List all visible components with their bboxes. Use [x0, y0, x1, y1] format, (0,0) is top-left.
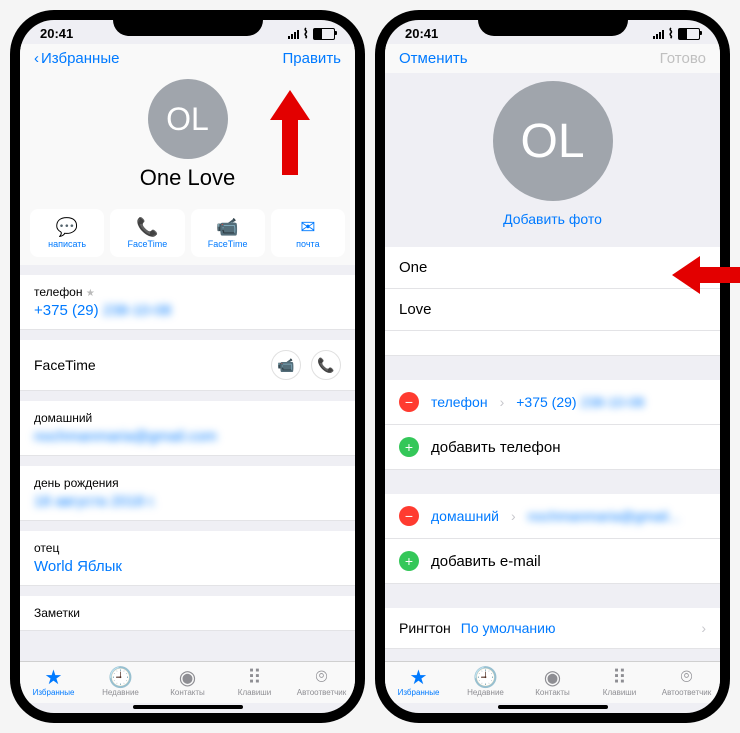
home-cell[interactable]: домашний nochmanmaria@gmail.com — [20, 401, 355, 456]
phone-edit-row[interactable]: − телефон › +375 (29) 238-10-08 — [385, 380, 720, 425]
ft-video-button[interactable]: 📹 — [271, 350, 301, 380]
ringtone-row[interactable]: Рингтон По умолчанию › — [385, 608, 720, 649]
voicemail-icon: ⌾ — [288, 666, 355, 688]
video-icon: 📹 — [193, 217, 263, 237]
clock-icon: 🕘 — [452, 666, 519, 688]
avatar-section: OL Добавить фото — [385, 73, 720, 237]
first-name-field[interactable]: One — [385, 247, 720, 289]
birthday-cell[interactable]: день рождения 18 августа 2018 г. — [20, 466, 355, 521]
status-icons: ⌇ — [288, 26, 335, 42]
chevron-right-icon: › — [511, 508, 516, 524]
action-row: 💬написать 📞FaceTime 📹FaceTime ✉почта — [20, 201, 355, 265]
voicemail-icon: ⌾ — [653, 666, 720, 688]
home-indicator[interactable] — [133, 705, 243, 709]
home-edit-row[interactable]: − домашний › nochmanmaria@gmail... — [385, 494, 720, 539]
apple-row[interactable] — [385, 331, 720, 356]
battery-icon — [313, 28, 335, 40]
add-button[interactable]: + — [399, 437, 419, 457]
cancel-button[interactable]: Отменить — [399, 50, 468, 67]
tab-keypad[interactable]: ⠿Клавиши — [586, 666, 653, 697]
content: OL Добавить фото One Love − телефон › +3… — [385, 73, 720, 661]
tab-favorites[interactable]: ★Избранные — [20, 666, 87, 697]
chevron-right-icon: › — [701, 620, 706, 636]
call-button[interactable]: 📞FaceTime — [110, 209, 184, 257]
notch — [113, 10, 263, 36]
notch — [478, 10, 628, 36]
red-arrow-annotation — [672, 250, 740, 300]
avatar[interactable]: OL — [148, 79, 228, 159]
ft-call-button[interactable]: 📞 — [311, 350, 341, 380]
person-icon: ◉ — [519, 666, 586, 688]
chevron-right-icon: › — [500, 394, 505, 410]
video-button[interactable]: 📹FaceTime — [191, 209, 265, 257]
phone-right: 20:41 ⌇ Отменить Готово OL Добавить фото… — [375, 10, 730, 723]
phone-cell[interactable]: телефон ★ +375 (29) 238-10-08 — [20, 275, 355, 330]
wifi-icon: ⌇ — [668, 26, 674, 42]
mail-icon: ✉ — [273, 217, 343, 237]
status-icons: ⌇ — [653, 26, 700, 42]
message-button[interactable]: 💬написать — [30, 209, 104, 257]
phone-icon: 📞 — [112, 217, 182, 237]
screen-right: 20:41 ⌇ Отменить Готово OL Добавить фото… — [385, 20, 720, 713]
tab-favorites[interactable]: ★Избранные — [385, 666, 452, 697]
tab-recents[interactable]: 🕘Недавние — [87, 666, 154, 697]
mail-button[interactable]: ✉почта — [271, 209, 345, 257]
avatar[interactable]: OL — [493, 81, 613, 201]
tab-voicemail[interactable]: ⌾Автоответчик — [653, 666, 720, 697]
keypad-icon: ⠿ — [221, 666, 288, 688]
status-time: 20:41 — [40, 26, 73, 42]
back-button[interactable]: ‹Избранные — [34, 50, 119, 67]
tab-recents[interactable]: 🕘Недавние — [452, 666, 519, 697]
last-name-field[interactable]: Love — [385, 289, 720, 331]
status-time: 20:41 — [405, 26, 438, 42]
navbar: Отменить Готово — [385, 44, 720, 73]
tab-voicemail[interactable]: ⌾Автоответчик — [288, 666, 355, 697]
signal-icon — [288, 30, 299, 39]
remove-button[interactable]: − — [399, 506, 419, 526]
chevron-left-icon: ‹ — [34, 50, 39, 67]
tabbar: ★Избранные 🕘Недавние ◉Контакты ⠿Клавиши … — [20, 661, 355, 703]
notes-cell[interactable]: Заметки — [20, 596, 355, 631]
keypad-icon: ⠿ — [586, 666, 653, 688]
star-icon: ★ — [385, 666, 452, 688]
signal-icon — [653, 30, 664, 39]
done-button[interactable]: Готово — [660, 50, 706, 67]
add-phone-row[interactable]: + добавить телефон — [385, 425, 720, 470]
star-icon: ★ — [20, 666, 87, 688]
tab-keypad[interactable]: ⠿Клавиши — [221, 666, 288, 697]
edit-button[interactable]: Править — [283, 50, 342, 67]
father-cell[interactable]: отец World Яблык — [20, 531, 355, 586]
battery-icon — [678, 28, 700, 40]
star-icon: ★ — [86, 288, 95, 299]
red-arrow-annotation — [260, 90, 320, 180]
tab-contacts[interactable]: ◉Контакты — [154, 666, 221, 697]
wifi-icon: ⌇ — [303, 26, 309, 42]
remove-button[interactable]: − — [399, 392, 419, 412]
facetime-cell: FaceTime 📹📞 — [20, 340, 355, 391]
clock-icon: 🕘 — [87, 666, 154, 688]
add-button[interactable]: + — [399, 551, 419, 571]
navbar: ‹Избранные Править — [20, 44, 355, 73]
home-indicator[interactable] — [498, 705, 608, 709]
add-email-row[interactable]: + добавить e-mail — [385, 539, 720, 584]
tab-contacts[interactable]: ◉Контакты — [519, 666, 586, 697]
add-photo-button[interactable]: Добавить фото — [385, 211, 720, 227]
tabbar: ★Избранные 🕘Недавние ◉Контакты ⠿Клавиши … — [385, 661, 720, 703]
message-icon: 💬 — [32, 217, 102, 237]
person-icon: ◉ — [154, 666, 221, 688]
